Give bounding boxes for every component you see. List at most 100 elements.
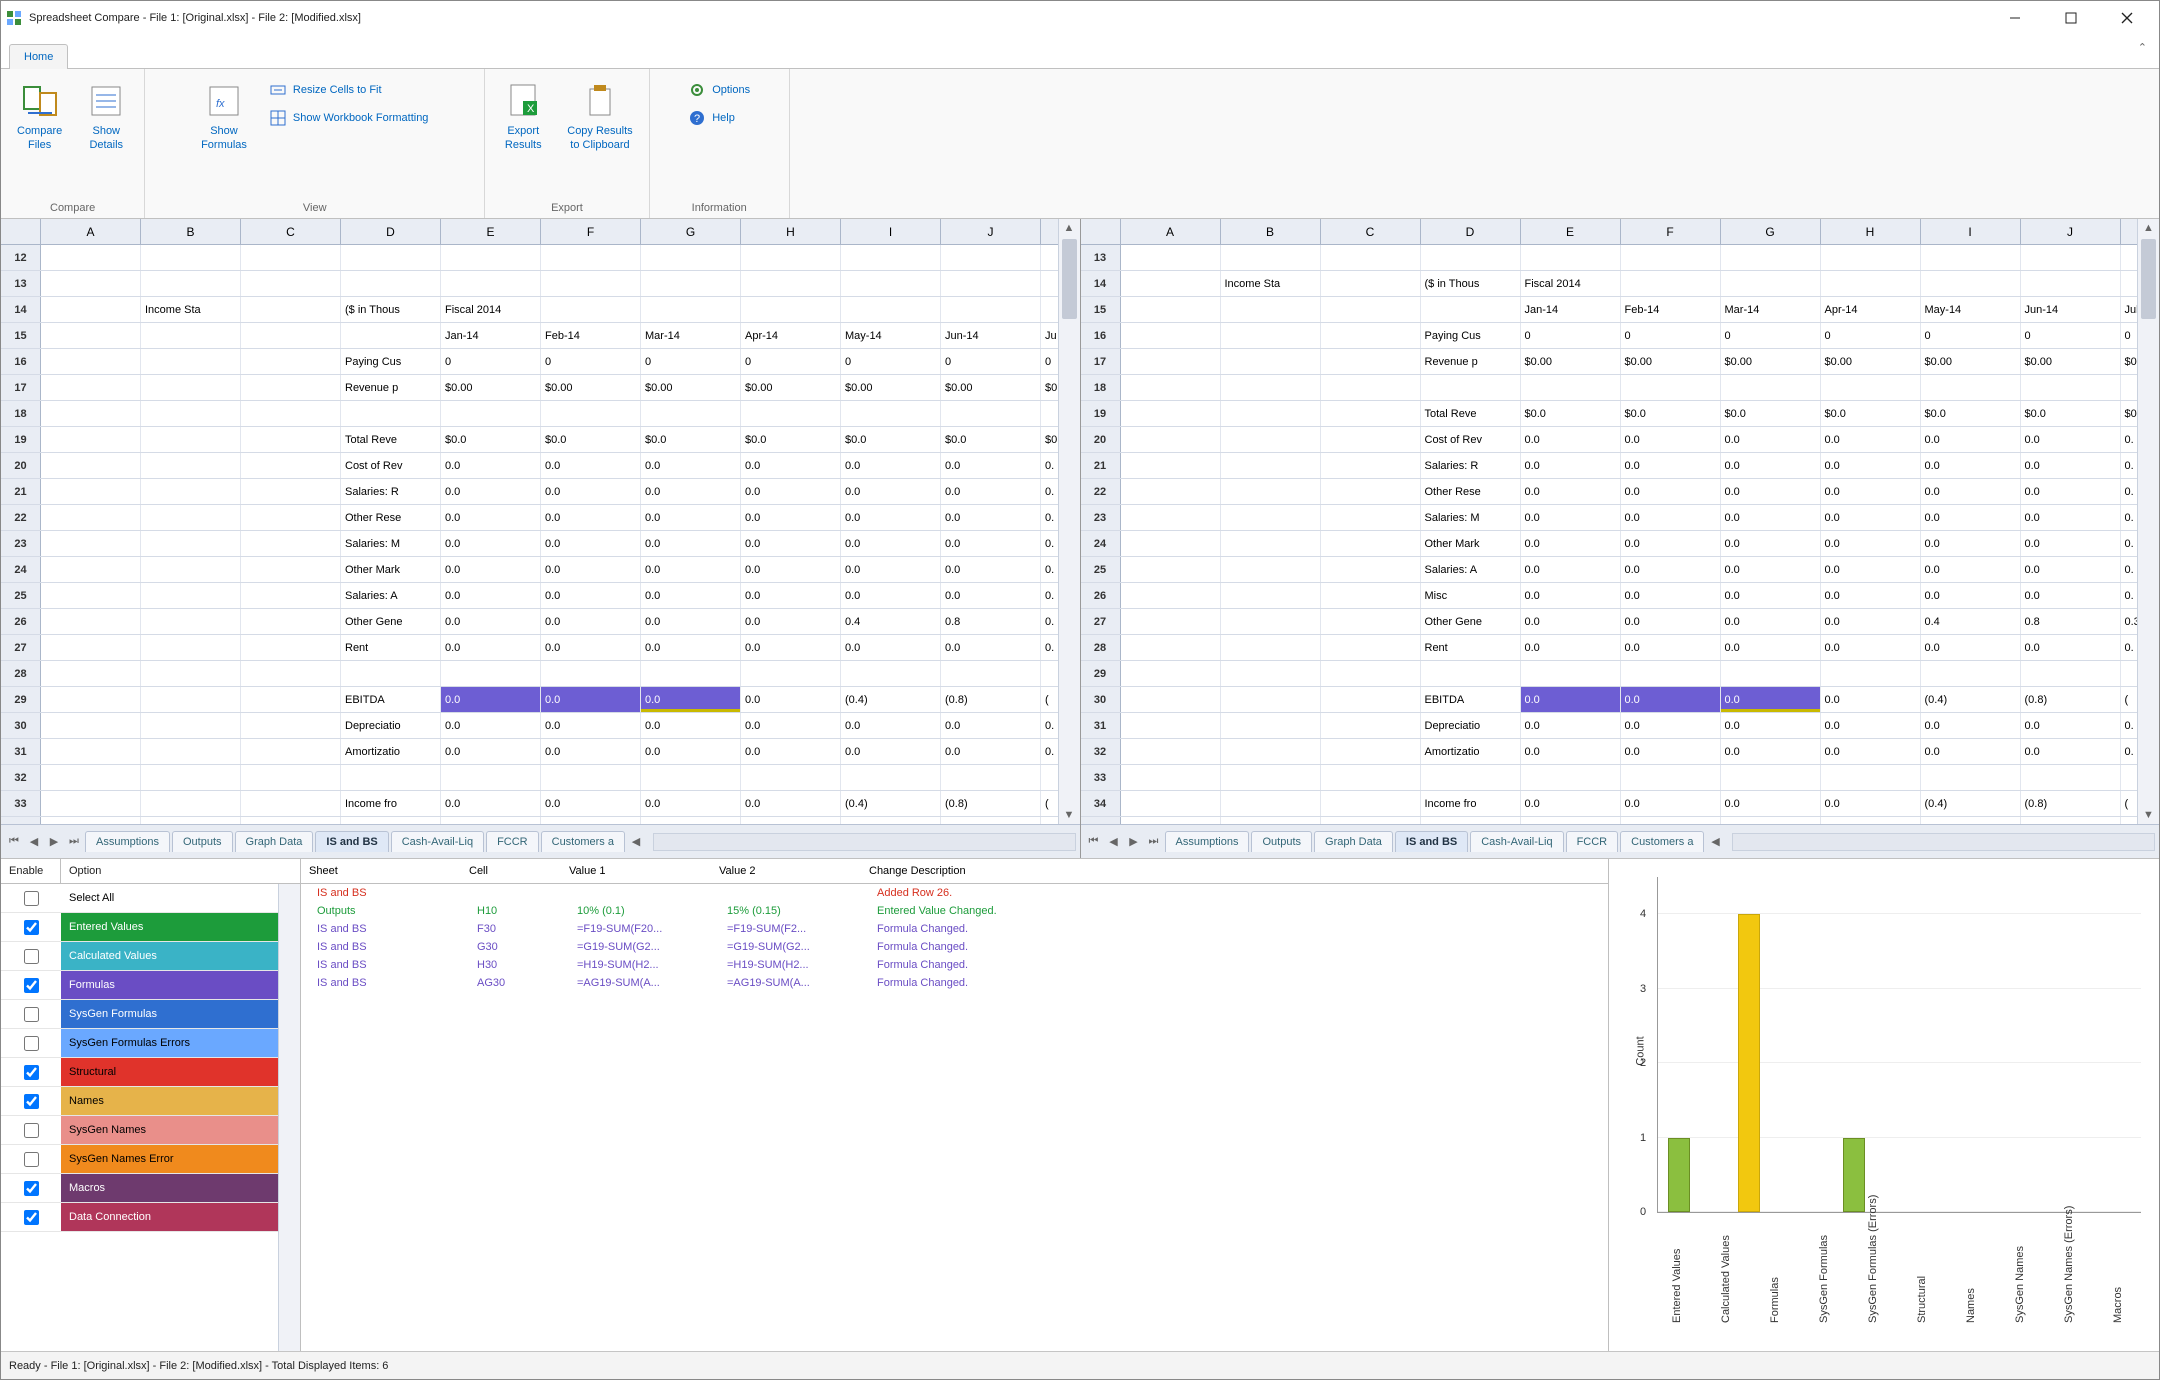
option-checkbox[interactable] <box>24 1152 39 1167</box>
cell[interactable]: 0.0 <box>841 505 941 530</box>
cell[interactable] <box>1921 375 2021 400</box>
cell[interactable] <box>41 479 141 504</box>
grid-row[interactable]: 23Salaries: M0.00.00.00.00.00.00. <box>1081 505 2160 531</box>
cell[interactable]: Salaries: R <box>1421 453 1521 478</box>
cell[interactable] <box>1221 817 1321 824</box>
row-header[interactable]: 34 <box>1 817 41 824</box>
cell[interactable]: 0.0 <box>641 557 741 582</box>
cell[interactable] <box>1221 349 1321 374</box>
cell[interactable]: 0.0 <box>541 635 641 660</box>
row-header[interactable]: 20 <box>1081 427 1121 452</box>
cell[interactable]: 0.0 <box>541 453 641 478</box>
cell[interactable]: EBITDA <box>341 687 441 712</box>
cell[interactable] <box>1321 401 1421 426</box>
cell[interactable] <box>1821 271 1921 296</box>
row-header[interactable]: 14 <box>1081 271 1121 296</box>
grid-row[interactable]: 24Other Mark0.00.00.00.00.00.00. <box>1 557 1080 583</box>
cell[interactable] <box>841 661 941 686</box>
cell[interactable]: 0.0 <box>941 817 1041 824</box>
cell[interactable]: $0.0 <box>1821 401 1921 426</box>
column-header[interactable]: A <box>41 219 141 244</box>
result-row[interactable]: IS and BSF30=F19-SUM(F20...=F19-SUM(F2..… <box>301 920 1608 938</box>
cell[interactable]: Interest Ex <box>341 817 441 824</box>
cell[interactable] <box>41 661 141 686</box>
cell[interactable] <box>341 661 441 686</box>
cell[interactable]: (0.4) <box>841 687 941 712</box>
cell[interactable] <box>341 245 441 270</box>
cell[interactable]: 0.0 <box>541 479 641 504</box>
cell[interactable]: 0.0 <box>1621 427 1721 452</box>
cell[interactable]: 0.0 <box>441 713 541 738</box>
cell[interactable]: 0.0 <box>2021 635 2121 660</box>
cell[interactable] <box>41 557 141 582</box>
row-header[interactable]: 16 <box>1081 323 1121 348</box>
cell[interactable]: 0.0 <box>541 713 641 738</box>
grid-row[interactable]: 26Other Gene0.00.00.00.00.40.80. <box>1 609 1080 635</box>
cell[interactable] <box>1121 635 1221 660</box>
cell[interactable] <box>241 245 341 270</box>
cell[interactable] <box>1321 557 1421 582</box>
cell[interactable]: 0.0 <box>941 531 1041 556</box>
cell[interactable] <box>341 323 441 348</box>
cell[interactable] <box>1221 297 1321 322</box>
cell[interactable] <box>941 401 1041 426</box>
grid-row[interactable]: 14Income Sta($ in ThousFiscal 2014 <box>1081 271 2160 297</box>
vertical-scrollbar[interactable]: ▲▼ <box>1058 219 1080 824</box>
cell[interactable] <box>741 245 841 270</box>
cell[interactable] <box>41 713 141 738</box>
row-header[interactable]: 17 <box>1 375 41 400</box>
cell[interactable]: Rent <box>341 635 441 660</box>
cell[interactable]: ($ in Thous <box>341 297 441 322</box>
cell[interactable]: 0.0 <box>541 531 641 556</box>
cell[interactable] <box>141 505 241 530</box>
grid-row[interactable]: 27Rent0.00.00.00.00.00.00. <box>1 635 1080 661</box>
cell[interactable] <box>1121 245 1221 270</box>
cell[interactable]: 0.4 <box>1921 609 2021 634</box>
cell[interactable]: 0.0 <box>1521 505 1621 530</box>
cell[interactable]: May-14 <box>1921 297 2021 322</box>
cell[interactable] <box>241 687 341 712</box>
cell[interactable]: 0.0 <box>1821 557 1921 582</box>
cell[interactable] <box>1221 531 1321 556</box>
cell[interactable]: 0.0 <box>841 635 941 660</box>
cell[interactable] <box>741 271 841 296</box>
cell[interactable] <box>1321 791 1421 816</box>
options-scrollbar[interactable] <box>278 884 300 1351</box>
cell[interactable] <box>1121 609 1221 634</box>
column-header[interactable]: H <box>1821 219 1921 244</box>
grid-row[interactable]: 12 <box>1 245 1080 271</box>
row-header[interactable]: 21 <box>1081 453 1121 478</box>
row-header[interactable]: 13 <box>1 271 41 296</box>
grid-row[interactable]: 21Salaries: R0.00.00.00.00.00.00. <box>1081 453 2160 479</box>
cell[interactable]: Feb-14 <box>1621 297 1721 322</box>
cell[interactable]: Rent <box>1421 635 1521 660</box>
cell[interactable]: 0.0 <box>1821 687 1921 712</box>
column-header[interactable]: I <box>841 219 941 244</box>
grid-row[interactable]: 33Income fro0.00.00.00.0(0.4)(0.8)( <box>1 791 1080 817</box>
cell[interactable]: 0.0 <box>841 583 941 608</box>
cell[interactable]: 0.0 <box>2021 531 2121 556</box>
cell[interactable]: (0.4) <box>1921 687 2021 712</box>
cell[interactable]: 0.0 <box>1521 609 1621 634</box>
cell[interactable]: 0.0 <box>1521 557 1621 582</box>
column-header[interactable]: D <box>1421 219 1521 244</box>
cell[interactable]: 0.0 <box>1921 713 2021 738</box>
cell[interactable]: 0.0 <box>1721 453 1821 478</box>
sheet-scroll-left[interactable]: ◀ <box>1706 833 1724 851</box>
cell[interactable] <box>941 765 1041 790</box>
copy-results-button[interactable]: Copy Results to Clipboard <box>561 75 638 157</box>
cell[interactable]: 0 <box>641 349 741 374</box>
cell[interactable] <box>1121 271 1221 296</box>
cell[interactable] <box>141 479 241 504</box>
grid-left[interactable]: ABCDEFGHIJ121314Income Sta($ in ThousFis… <box>1 219 1081 858</box>
cell[interactable] <box>1321 375 1421 400</box>
cell[interactable] <box>141 557 241 582</box>
cell[interactable]: 0.0 <box>1821 635 1921 660</box>
cell[interactable]: Income Sta <box>1221 271 1321 296</box>
cell[interactable] <box>1121 661 1221 686</box>
cell[interactable] <box>241 479 341 504</box>
cell[interactable]: 0 <box>441 349 541 374</box>
cell[interactable] <box>1921 765 2021 790</box>
cell[interactable]: 0.0 <box>1621 739 1721 764</box>
row-header[interactable]: 25 <box>1 583 41 608</box>
